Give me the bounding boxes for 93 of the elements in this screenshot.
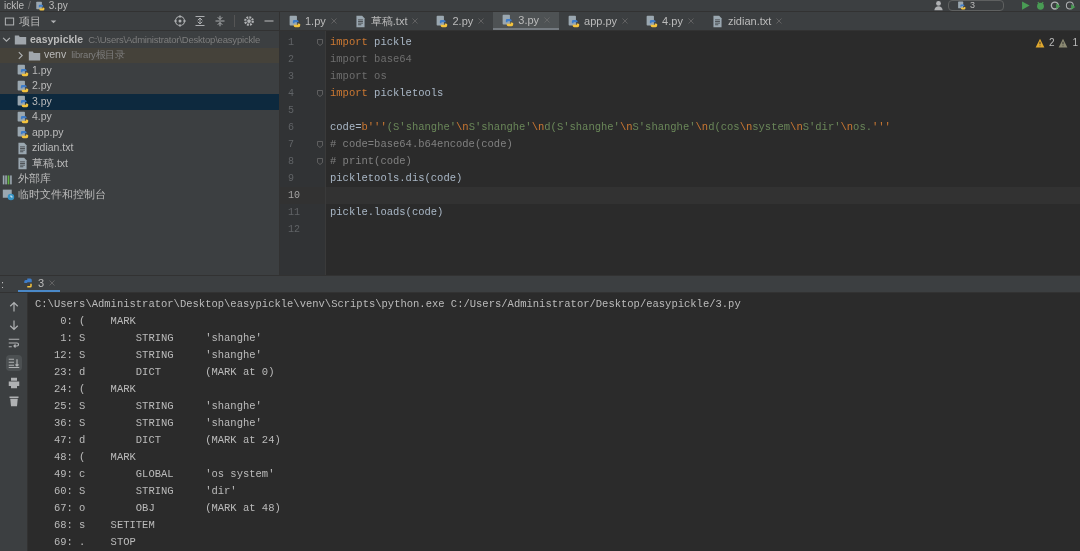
console-line: 48: ( MARK <box>52 450 137 465</box>
code-line: pickletools.dis(code) <box>330 172 463 184</box>
python-file-icon <box>16 64 29 78</box>
scroll-to-end-icon[interactable] <box>7 357 20 369</box>
console-line: 60: S STRING 'dir' <box>52 484 238 499</box>
folder-icon <box>28 48 41 62</box>
panel-label: : <box>0 276 6 292</box>
fold-marker-icon[interactable] <box>316 157 324 166</box>
console-line: 36: S STRING 'shanghe' <box>52 416 263 431</box>
code-line: # print(code) <box>330 155 412 167</box>
fold-marker-icon[interactable] <box>316 38 324 47</box>
console-line: 69: . STOP <box>52 535 137 550</box>
console-line: 24: ( MARK <box>52 382 137 397</box>
tree-item[interactable]: 外部库 <box>0 171 279 187</box>
down-arrow-icon[interactable] <box>7 319 20 331</box>
editor-tab[interactable]: 草稿.txt <box>345 12 428 30</box>
code-line: import pickletools <box>330 87 444 99</box>
warning-icon <box>1034 37 1045 48</box>
python-file-icon <box>501 13 515 27</box>
console-line: 12: S STRING 'shanghe' <box>52 348 263 363</box>
python-file-icon <box>16 126 29 140</box>
console-line: 1: S STRING 'shanghe' <box>59 331 263 346</box>
run-config-dropdown[interactable]: 3 <box>948 0 1004 11</box>
python-file-icon <box>645 14 659 28</box>
editor-tab[interactable]: 2.py <box>427 12 494 30</box>
text-file-icon <box>16 157 29 171</box>
tree-item[interactable]: 4.py <box>0 109 279 125</box>
python-file-icon <box>34 0 45 11</box>
code-line: import pickle <box>330 36 412 48</box>
console-line: 67: o OBJ (MARK at 48) <box>52 501 282 516</box>
python-file-icon <box>435 14 449 28</box>
warning-count[interactable]: 2 <box>1048 35 1055 50</box>
code-line: import base64 <box>330 53 412 65</box>
debug-icon[interactable] <box>1035 0 1046 11</box>
up-arrow-icon[interactable] <box>7 301 20 313</box>
tree-item[interactable]: easypickle C:\Users\Administrator\Desktop\easypickle <box>0 32 279 48</box>
tree-item[interactable]: 3.py <box>0 94 279 110</box>
python-file-icon <box>567 14 581 28</box>
project-panel-icon <box>4 15 15 27</box>
collapse-all-icon[interactable] <box>214 15 226 27</box>
chevron-right-icon[interactable] <box>16 50 25 60</box>
warning-count[interactable]: 1 <box>1072 35 1078 50</box>
python-icon <box>957 1 966 10</box>
user-icon[interactable] <box>933 0 944 11</box>
soft-wrap-icon[interactable] <box>7 337 20 349</box>
console-line: 25: S STRING 'shanghe' <box>52 399 263 414</box>
python-file-icon <box>16 95 29 109</box>
weak-warning-icon <box>1058 37 1069 48</box>
breadcrumb-item[interactable]: 3.py <box>48 0 68 11</box>
folder-icon <box>14 33 27 47</box>
code-line: code=b'''(S'shanghe'\nS'shanghe'\nd(S'shanghe'\nS'shanghe'\nd(cos\nsystem\nS'dir'\nos.''' <box>330 121 891 133</box>
breadcrumb-separator: / <box>28 0 31 11</box>
console-line: 49: c GLOBAL 'os system' <box>52 467 276 482</box>
console-line: C:\Users\Administrator\Desktop\easypickle\venv\Scripts\python.exe C:/Users/Administrator/Desktop/easypickle/3.py <box>35 297 742 312</box>
line-number: 10 <box>287 189 301 203</box>
python-file-icon <box>16 79 29 93</box>
console-line: 23: d DICT (MARK at 0) <box>52 365 276 380</box>
tree-item[interactable]: app.py <box>0 125 279 141</box>
code-line: pickle.loads(code) <box>330 206 444 218</box>
console-line: 0: ( MARK <box>59 314 137 329</box>
text-file-icon <box>16 141 29 155</box>
python-icon <box>22 277 35 289</box>
editor-tab[interactable]: 3.py <box>493 12 560 30</box>
python-file-icon <box>288 14 301 28</box>
locate-icon[interactable] <box>174 15 186 27</box>
code-line: # code=base64.b64encode(code) <box>330 138 513 150</box>
print-icon[interactable] <box>7 377 20 389</box>
editor-tab[interactable]: 1.py <box>280 12 346 30</box>
tree-item[interactable]: 临时文件和控制台 <box>0 187 279 203</box>
editor-tab[interactable]: zidian.txt <box>702 12 792 30</box>
editor-tab[interactable]: 4.py <box>637 12 703 30</box>
editor-tab[interactable]: app.py <box>559 12 638 30</box>
trash-icon[interactable] <box>7 395 20 407</box>
profile-icon[interactable] <box>1065 0 1076 11</box>
run-tab[interactable]: 3 <box>18 276 61 292</box>
settings-icon[interactable] <box>243 15 255 27</box>
console-icon <box>2 188 15 202</box>
console-line: 68: s SETITEM <box>52 518 156 533</box>
tree-item[interactable]: zidian.txt <box>0 140 279 156</box>
chevron-down-icon[interactable] <box>2 35 11 45</box>
code-line: import os <box>330 70 387 82</box>
library-icon <box>2 172 15 186</box>
console-line: 47: d DICT (MARK at 24) <box>52 433 282 448</box>
tree-item[interactable]: 1.py <box>0 63 279 79</box>
panel-title: 项目 <box>19 13 41 29</box>
fold-marker-icon[interactable] <box>316 89 324 98</box>
expand-all-icon[interactable] <box>194 15 206 27</box>
coverage-icon[interactable] <box>1050 0 1061 11</box>
tree-item[interactable]: 草稿.txt <box>0 156 279 172</box>
fold-marker-icon[interactable] <box>316 140 324 149</box>
breadcrumb-item[interactable]: ickle <box>4 0 24 11</box>
tree-item[interactable]: 2.py <box>0 78 279 94</box>
python-file-icon <box>16 110 29 124</box>
